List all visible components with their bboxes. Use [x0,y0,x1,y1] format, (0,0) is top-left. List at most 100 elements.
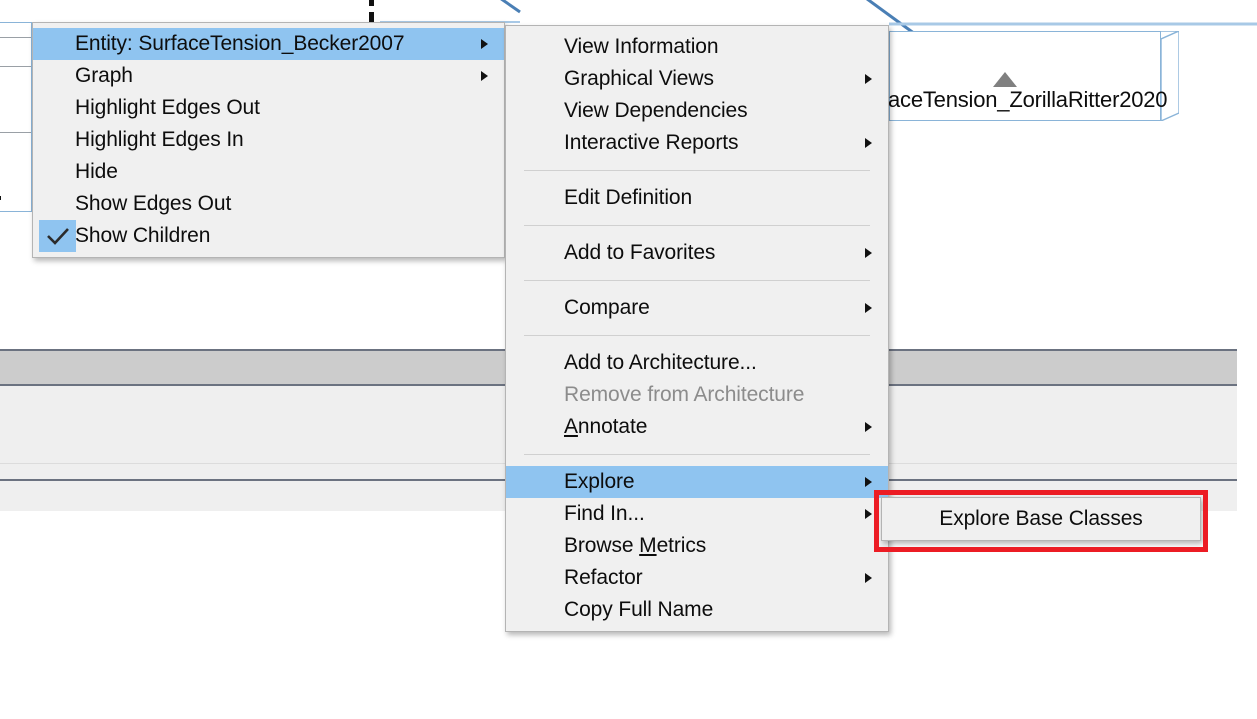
menu-item-label: Compare [564,296,650,319]
menu-item-compare[interactable]: Compare [506,292,888,324]
menu-item-label: Remove from Architecture [564,383,805,406]
menu-bottom-padding [506,626,888,631]
menu-item-copy-full-name[interactable]: Copy Full Name [506,594,888,626]
triangle-up-icon[interactable] [993,72,1017,87]
menu-item-add-to-architecture[interactable]: Add to Architecture... [506,347,888,379]
menu-item-find-in[interactable]: Find In... [506,498,888,530]
menu-item-label: Highlight Edges Out [75,96,260,119]
menu-item-label: Browse Metrics [564,534,707,557]
menu-gap [506,443,888,454]
menu-item-label: Add to Favorites [564,241,716,264]
menu-item-highlight-edges-in[interactable]: Highlight Edges In [33,124,504,156]
menu-gap [506,281,888,292]
menu-gap [506,455,888,466]
chevron-right-icon [865,74,872,84]
menu-gap [506,226,888,237]
menu-bottom-padding [33,252,504,257]
menu-item-interactive-reports[interactable]: Interactive Reports [506,127,888,159]
node-row-separator [0,66,31,67]
menu-item-gutter [506,379,564,411]
menu-item-show-children[interactable]: Show Children [33,220,504,252]
menu-item-label: Explore Base Classes [939,507,1143,530]
menu-item-gutter [506,95,564,127]
menu-item-view-information[interactable]: View Information [506,31,888,63]
menu-item-gutter [33,60,75,92]
menu-item-label: Explore [564,470,635,493]
menu-item-gutter [506,562,564,594]
chevron-right-icon [865,138,872,148]
menu-gap [506,269,888,280]
menu-item-label: Add to Architecture... [564,351,757,374]
menu-item-gutter [506,347,564,379]
menu-item-edit-definition[interactable]: Edit Definition [506,182,888,214]
mnemonic-letter: A [564,415,578,438]
menu-item-label: Hide [75,160,118,183]
menu-item-show-edges-out[interactable]: Show Edges Out [33,188,504,220]
chevron-right-icon [865,422,872,432]
node-row-separator [0,132,31,133]
menu-item-explore[interactable]: Explore [506,466,888,498]
node-row-separator [0,37,31,38]
menu-item-highlight-edges-out[interactable]: Highlight Edges Out [33,92,504,124]
menu-item-label: Entity: SurfaceTension_Becker2007 [75,32,405,55]
left-node-dashed-rule [0,196,1,200]
menu-item-gutter [506,498,564,530]
menu-item-label: Refactor [564,566,643,589]
menu-item-explore-base-classes[interactable]: Explore Base Classes [882,503,1200,535]
menu-gap [506,159,888,170]
node-label: aceTension_ZorillaRitter2020 [888,87,1168,112]
chevron-right-icon [481,71,488,81]
menu-item-gutter [506,237,564,269]
menu-item-label: Annotate [564,415,648,438]
menu-item-gutter [506,31,564,63]
entity-context-menu[interactable]: Entity: SurfaceTension_Becker2007 Graph … [32,22,505,258]
menu-item-gutter [506,292,564,324]
menu-item-label: Graphical Views [564,67,714,90]
menu-item-label: View Dependencies [564,99,748,122]
menu-bottom-padding [882,535,1200,540]
entity-submenu[interactable]: View Information Graphical Views View De… [505,25,889,632]
menu-item-annotate[interactable]: Annotate [506,411,888,443]
graph-node-zorillaritter[interactable]: aceTension_ZorillaRitter2020 [888,31,1179,121]
menu-item-gutter [506,530,564,562]
menu-item-gutter [506,411,564,443]
menu-item-gutter [33,188,75,220]
menu-item-refactor[interactable]: Refactor [506,562,888,594]
chevron-right-icon [481,39,488,49]
menu-item-label: Show Children [75,224,211,247]
graph-node-left[interactable]: Bec PH:: eck [0,22,32,212]
menu-item-gutter [506,127,564,159]
menu-item-entity[interactable]: Entity: SurfaceTension_Becker2007 [33,28,504,60]
menu-item-gutter [33,156,75,188]
menu-item-gutter [506,466,564,498]
menu-item-label: Show Edges Out [75,192,232,215]
menu-item-gutter [33,92,75,124]
menu-item-view-dependencies[interactable]: View Dependencies [506,95,888,127]
menu-item-label: Highlight Edges In [75,128,244,151]
menu-item-graph[interactable]: Graph [33,60,504,92]
menu-item-gutter [506,594,564,626]
menu-item-gutter [33,220,76,252]
menu-item-gutter [506,63,564,95]
menu-item-browse-metrics[interactable]: Browse Metrics [506,530,888,562]
chevron-right-icon [865,248,872,258]
menu-item-label: Edit Definition [564,186,693,209]
mnemonic-letter: M [639,534,657,557]
chevron-right-icon [865,573,872,583]
menu-item-label: Interactive Reports [564,131,739,154]
menu-item-gutter [506,182,564,214]
menu-item-add-to-favorites[interactable]: Add to Favorites [506,237,888,269]
menu-item-hide[interactable]: Hide [33,156,504,188]
menu-item-gutter [33,124,75,156]
menu-item-gutter [33,28,75,60]
explore-submenu[interactable]: Explore Base Classes [881,497,1201,541]
graph-edge-dashed [369,0,374,22]
menu-item-label: Copy Full Name [564,598,714,621]
menu-gap [506,324,888,335]
checkmark-icon [39,220,76,252]
menu-item-label: Find In... [564,502,645,525]
menu-item-label: View Information [564,35,719,58]
menu-gap [506,336,888,347]
menu-item-label: Graph [75,64,133,87]
menu-item-graphical-views[interactable]: Graphical Views [506,63,888,95]
